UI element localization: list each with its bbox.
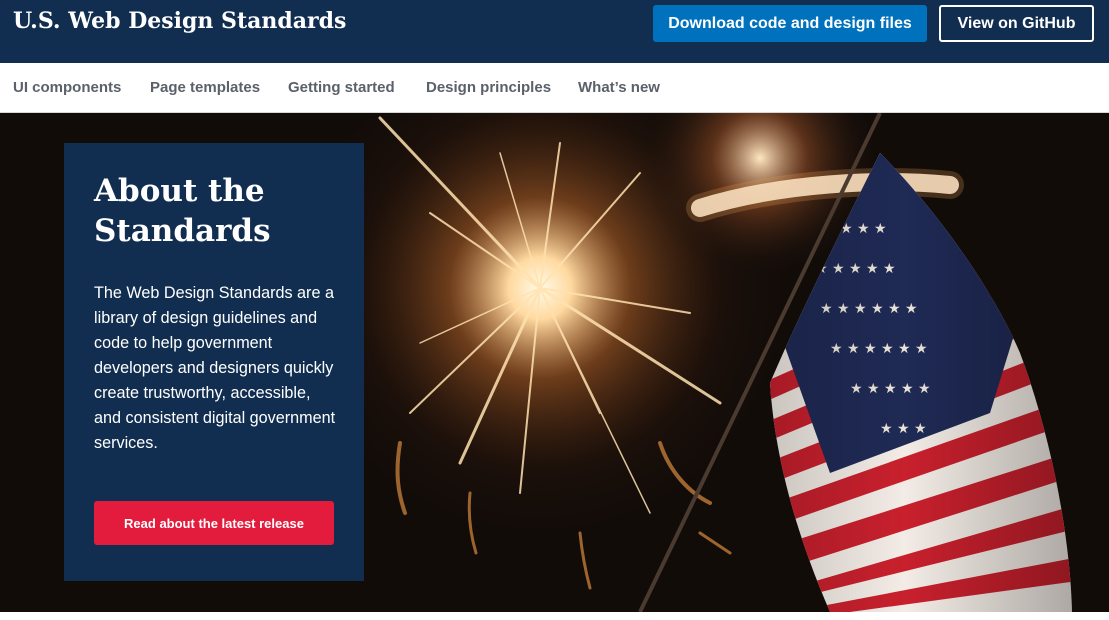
nav-item-page-templates[interactable]: Page templates [150, 79, 260, 97]
nav-item-getting-started[interactable]: Getting started [288, 79, 395, 97]
hero-title: About the Standards [94, 173, 271, 249]
download-button[interactable]: Download code and design files [653, 5, 927, 42]
nav-item-design-principles[interactable]: Design principles [426, 79, 551, 97]
nav-item-ui-components[interactable]: UI components [13, 79, 121, 97]
github-button[interactable]: View on GitHub [939, 5, 1094, 42]
nav-item-whats-new[interactable]: What’s new [578, 79, 660, 97]
site-title[interactable]: U.S. Web Design Standards [13, 5, 346, 37]
site-header: U.S. Web Design Standards Download code … [0, 0, 1109, 63]
latest-release-button[interactable]: Read about the latest release [94, 501, 334, 545]
hero-callout: About the Standards The Web Design Stand… [64, 143, 364, 581]
primary-nav: UI components Page templates Getting sta… [0, 63, 1109, 113]
hero-description: The Web Design Standards are a library o… [94, 284, 336, 452]
